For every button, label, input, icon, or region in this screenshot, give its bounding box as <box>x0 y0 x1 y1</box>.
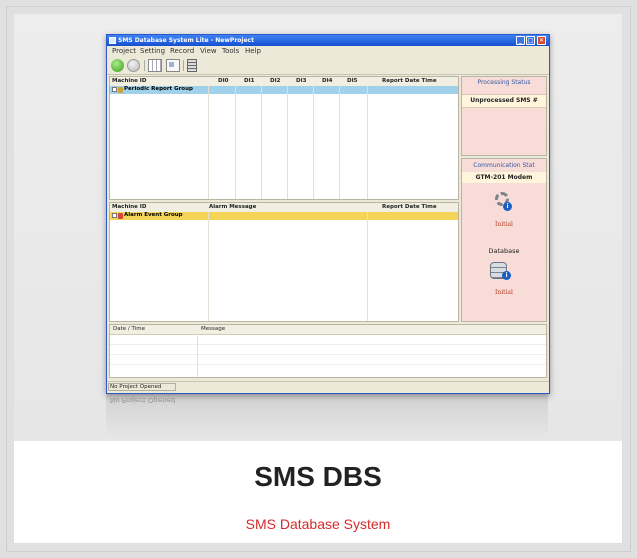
toolbar <box>107 57 549 75</box>
alarm-folder-icon <box>118 213 123 219</box>
expand-icon[interactable] <box>112 213 117 218</box>
alarm-panel: Machine ID Alarm Message Report Date Tim… <box>109 202 459 322</box>
processing-status-title: Processing Status <box>477 79 531 86</box>
reflection-text: No Project Opened <box>110 396 176 404</box>
status-bar: No Project Opened <box>107 381 549 393</box>
col-di2[interactable]: DI2 <box>270 78 280 84</box>
modem-state: Initial <box>495 221 513 228</box>
database-icon[interactable] <box>187 59 197 72</box>
log-row <box>110 354 546 355</box>
communication-status-title: Communication Stat <box>473 162 535 169</box>
column-divider <box>339 86 340 199</box>
message-log-panel: Date / Time Message <box>109 324 547 378</box>
log-row <box>110 364 546 365</box>
menu-view[interactable]: View <box>200 47 217 55</box>
report-panel: Machine ID DI0 DI1 DI2 DI3 DI4 DI5 Repor… <box>109 76 459 200</box>
unprocessed-sms-label: Unprocessed SMS # <box>470 97 538 104</box>
grid-view-icon[interactable] <box>148 59 162 72</box>
menu-record[interactable]: Record <box>170 47 194 55</box>
periodic-report-group-row[interactable]: Periodic Report Group <box>110 86 458 94</box>
title-bar: SMS Database System Lite - NewProject _ … <box>107 35 549 46</box>
connect-icon[interactable] <box>111 59 124 72</box>
column-divider <box>208 86 209 199</box>
column-divider <box>235 86 236 199</box>
disconnect-icon[interactable] <box>127 59 140 72</box>
unprocessed-row: Unprocessed SMS # <box>462 94 546 108</box>
window-title: SMS Database System Lite - NewProject <box>118 37 254 44</box>
caption-box: SMS DBS SMS Database System <box>14 441 622 543</box>
col-report-date-time[interactable]: Report Date Time <box>382 204 437 210</box>
minimize-button[interactable]: _ <box>516 36 525 45</box>
modem-label: GTM-201 Modem <box>462 172 546 183</box>
caption-title: SMS DBS <box>254 461 382 492</box>
alarm-event-group-label: Alarm Event Group <box>124 212 183 218</box>
column-divider <box>261 86 262 199</box>
menu-setting[interactable]: Setting <box>140 47 165 55</box>
toolbar-separator <box>183 60 184 71</box>
col-di5[interactable]: DI5 <box>347 78 357 84</box>
modem-info-icon[interactable]: i <box>503 202 512 211</box>
col-report-date-time[interactable]: Report Date Time <box>382 78 437 84</box>
col-date-time[interactable]: Date / Time <box>113 326 145 332</box>
col-di1[interactable]: DI1 <box>244 78 254 84</box>
col-di0[interactable]: DI0 <box>218 78 228 84</box>
column-divider <box>367 86 368 199</box>
col-machine-id[interactable]: Machine ID <box>112 204 146 210</box>
col-machine-id[interactable]: Machine ID <box>112 78 146 84</box>
menu-tools[interactable]: Tools <box>222 47 239 55</box>
column-divider <box>313 86 314 199</box>
database-state: Initial <box>495 289 513 296</box>
menu-project[interactable]: Project <box>112 47 136 55</box>
column-divider <box>367 212 368 321</box>
column-divider <box>287 86 288 199</box>
log-row <box>110 344 546 345</box>
periodic-report-group-label: Periodic Report Group <box>124 86 193 92</box>
toolbar-separator <box>144 60 145 71</box>
window-reflection: No Project Opened <box>106 392 548 438</box>
communication-status-panel: Communication Stat GTM-201 Modem i Initi… <box>461 158 547 322</box>
col-di4[interactable]: DI4 <box>322 78 332 84</box>
col-alarm-message[interactable]: Alarm Message <box>209 204 256 210</box>
expand-icon[interactable] <box>112 87 117 92</box>
close-button[interactable]: ✕ <box>537 36 546 45</box>
menu-bar: Project Setting Record View Tools Help <box>107 46 549 57</box>
database-label: Database <box>488 247 520 255</box>
alarm-event-group-row[interactable]: Alarm Event Group <box>110 212 458 220</box>
status-text: No Project Opened <box>110 384 162 390</box>
col-di3[interactable]: DI3 <box>296 78 306 84</box>
column-divider <box>208 212 209 321</box>
app-window: SMS Database System Lite - NewProject _ … <box>106 34 550 394</box>
caption-subtitle: SMS Database System <box>245 516 391 532</box>
maximize-button[interactable]: □ <box>526 36 535 45</box>
card-view-icon[interactable] <box>166 59 180 72</box>
folder-icon <box>118 87 123 93</box>
column-divider <box>197 334 198 377</box>
database-info-icon[interactable]: i <box>502 271 511 280</box>
processing-status-panel: Processing Status Unprocessed SMS # <box>461 76 547 156</box>
menu-help[interactable]: Help <box>245 47 261 55</box>
col-message[interactable]: Message <box>201 326 225 332</box>
app-icon <box>109 37 116 44</box>
log-header: Date / Time Message <box>110 325 546 335</box>
